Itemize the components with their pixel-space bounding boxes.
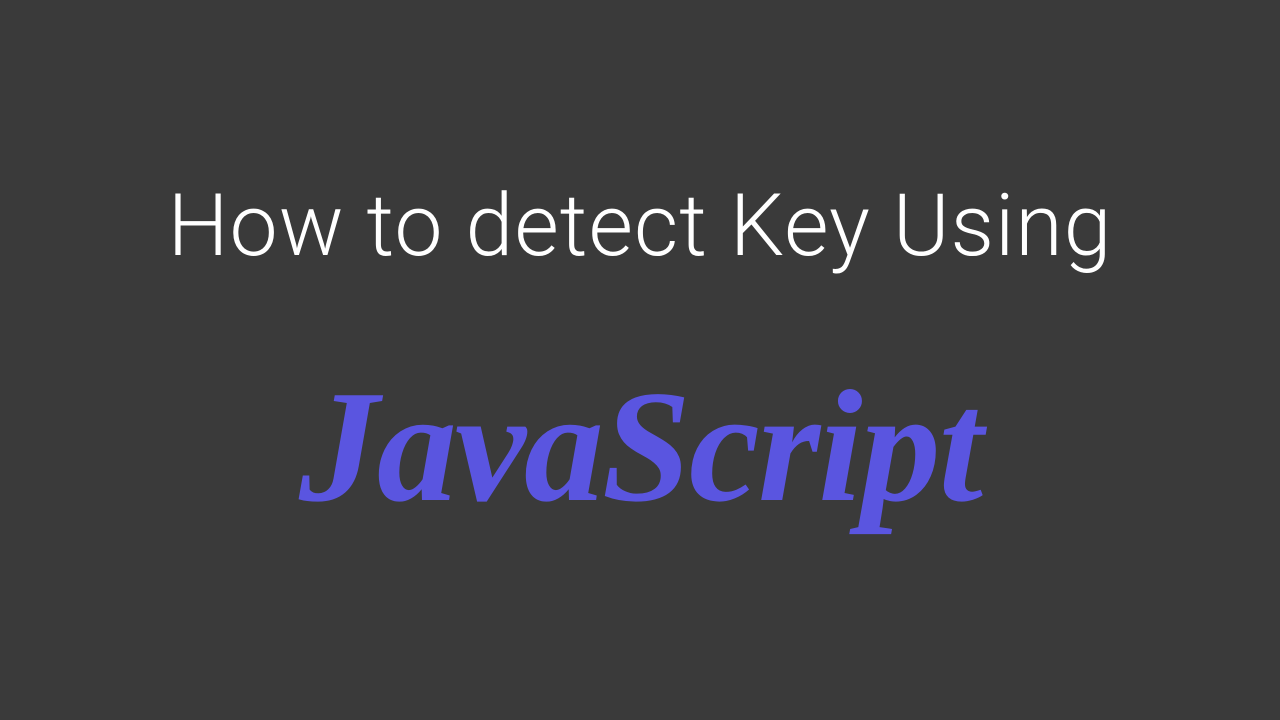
title-line-1: How to detect Key Using xyxy=(168,175,1113,276)
title-accent: JavaScript xyxy=(299,366,981,526)
